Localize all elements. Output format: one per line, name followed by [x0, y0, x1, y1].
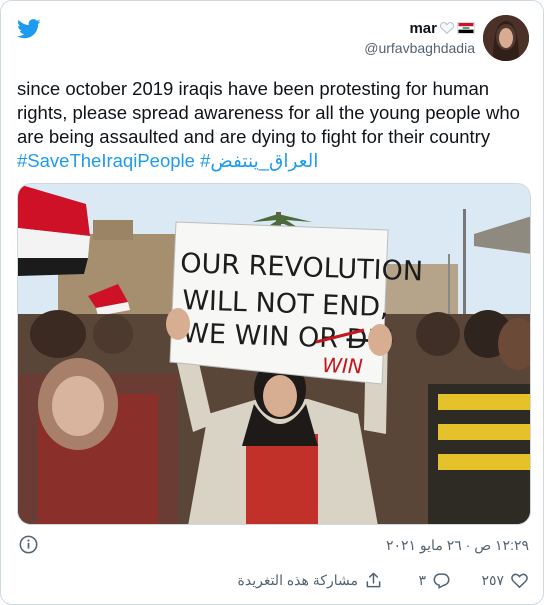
tweet-text: since october 2019 iraqis have been prot… — [17, 77, 527, 173]
share-button[interactable]: مشاركة هذه التغريدة — [238, 571, 383, 590]
hashtag-link-arabic[interactable]: #العراق_ينتفض — [200, 150, 318, 171]
info-icon[interactable] — [19, 535, 38, 554]
heart-icon[interactable] — [510, 571, 529, 590]
avatar[interactable] — [483, 15, 529, 61]
twitter-bird-icon[interactable] — [17, 19, 41, 39]
hashtag-link[interactable]: #SaveTheIraqiPeople — [17, 150, 195, 171]
author-names: mar @urfavbaghdadia — [364, 20, 475, 56]
like-button[interactable]: ٢٥٧ — [481, 571, 529, 590]
display-name-row[interactable]: mar — [364, 20, 475, 37]
reply-button[interactable]: ٣ — [418, 571, 451, 590]
white-heart-icon — [440, 22, 454, 35]
tweet-actions: ٢٥٧ ٣ مشاركة هذه التغريدة — [1, 571, 543, 597]
tweet-author[interactable]: mar @urfavbaghdadia — [364, 15, 529, 61]
author-handle[interactable]: @urfavbaghdadia — [364, 40, 475, 56]
sign-correction: WIN — [322, 353, 363, 378]
tweet-timestamp[interactable]: ١٢:٢٩ ص · ٢٦ مايو ٢٠٢١ — [386, 537, 529, 554]
share-label: مشاركة هذه التغريدة — [237, 572, 358, 588]
tweet-body: since october 2019 iraqis have been prot… — [17, 78, 520, 147]
reply-count: ٣ — [418, 572, 426, 588]
reply-icon[interactable] — [432, 571, 451, 590]
sign-line-3-text: WE WIN OR — [182, 318, 347, 355]
protest-photo: OUR REVOLUTION WILL NOT END, WE WIN OR D… — [18, 184, 530, 524]
display-name[interactable]: mar — [409, 20, 437, 37]
iraq-flag-icon — [457, 22, 475, 35]
like-count: ٢٥٧ — [481, 572, 504, 588]
tweet-photo[interactable]: OUR REVOLUTION WILL NOT END, WE WIN OR D… — [17, 183, 531, 525]
share-icon[interactable] — [364, 571, 383, 590]
tweet-card[interactable]: mar @urfavbaghdadia since october 2019 i… — [0, 0, 544, 605]
